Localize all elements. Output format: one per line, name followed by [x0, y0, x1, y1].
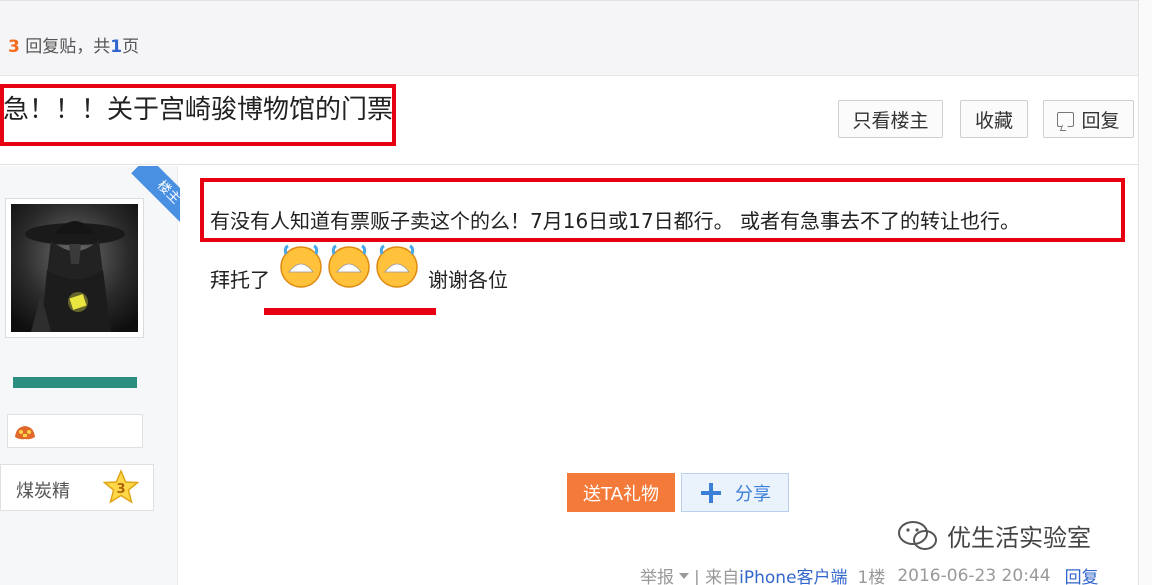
post-meta: 举报 | 来自 iPhone客户端 1楼 2016-06-23 20:44 回复 — [640, 563, 1099, 585]
reply-count-number: 3 — [8, 37, 20, 57]
pet-icon — [15, 426, 35, 440]
chevron-down-icon[interactable] — [679, 572, 689, 579]
reply-summary-bar: 3 回复贴，共1页 — [0, 0, 1138, 76]
source-link[interactable]: iPhone客户端 — [739, 563, 847, 585]
post-date: 2016-06-23 20:44 — [897, 565, 1051, 585]
share-button[interactable]: 分享 — [681, 473, 789, 512]
reply-icon — [1057, 111, 1075, 127]
floor-number: 1楼 — [857, 568, 886, 585]
avatar[interactable] — [5, 198, 144, 338]
post-text-line1: 有没有人知道有票贩子卖这个的么！7月16日或17日都行。 或者有急事去不了的转让… — [210, 209, 1020, 233]
report-link[interactable]: 举报 — [640, 563, 674, 585]
rank-level: 3 — [116, 482, 125, 497]
username-redacted — [13, 377, 137, 388]
host-badge-label: 楼主 — [153, 178, 180, 208]
crying-face-icon — [280, 244, 322, 288]
pet-badge-box — [7, 414, 143, 448]
reply-button[interactable]: 回复 — [1043, 100, 1134, 138]
post-text-prefix: 拜托了 — [210, 268, 270, 292]
rank-badge: 煤炭精 3 — [0, 464, 154, 511]
page-count-label: 页 — [122, 37, 140, 57]
wechat-icon — [898, 520, 937, 550]
reply-button-label: 回复 — [1081, 109, 1120, 132]
crying-emojis — [280, 244, 418, 288]
only-host-button[interactable]: 只看楼主 — [838, 100, 943, 138]
crying-face-icon — [376, 244, 418, 288]
favorite-button[interactable]: 收藏 — [960, 100, 1028, 138]
crying-face-icon — [328, 244, 370, 288]
reply-count-text: 3 回复贴，共1页 — [8, 32, 139, 57]
share-button-label: 分享 — [735, 483, 771, 505]
share-plus-icon — [701, 482, 721, 503]
watermark-text: 优生活实验室 — [947, 524, 1091, 552]
send-gift-button[interactable]: 送TA礼物 — [567, 473, 675, 512]
reply-count-label: 回复贴，共 — [25, 37, 111, 57]
rank-title: 煤炭精 — [16, 481, 70, 502]
source-prefix: | 来自 — [694, 568, 740, 585]
thread-title-row: 急！！！关于宫崎骏博物馆的门票 只看楼主 收藏 回复 — [0, 77, 1138, 165]
avatar-image — [11, 204, 138, 332]
level-star-icon: 3 — [103, 469, 139, 504]
post-text-suffix: 谢谢各位 — [428, 268, 508, 292]
scrollbar[interactable] — [1138, 0, 1152, 585]
wechat-watermark: 优生活实验室 — [897, 518, 1091, 553]
thread-title: 急！！！关于宫崎骏博物馆的门票 — [3, 95, 394, 125]
emoji-underline-mark — [264, 308, 436, 315]
page-count-number: 1 — [110, 37, 123, 57]
reply-link[interactable]: 回复 — [1065, 563, 1099, 585]
